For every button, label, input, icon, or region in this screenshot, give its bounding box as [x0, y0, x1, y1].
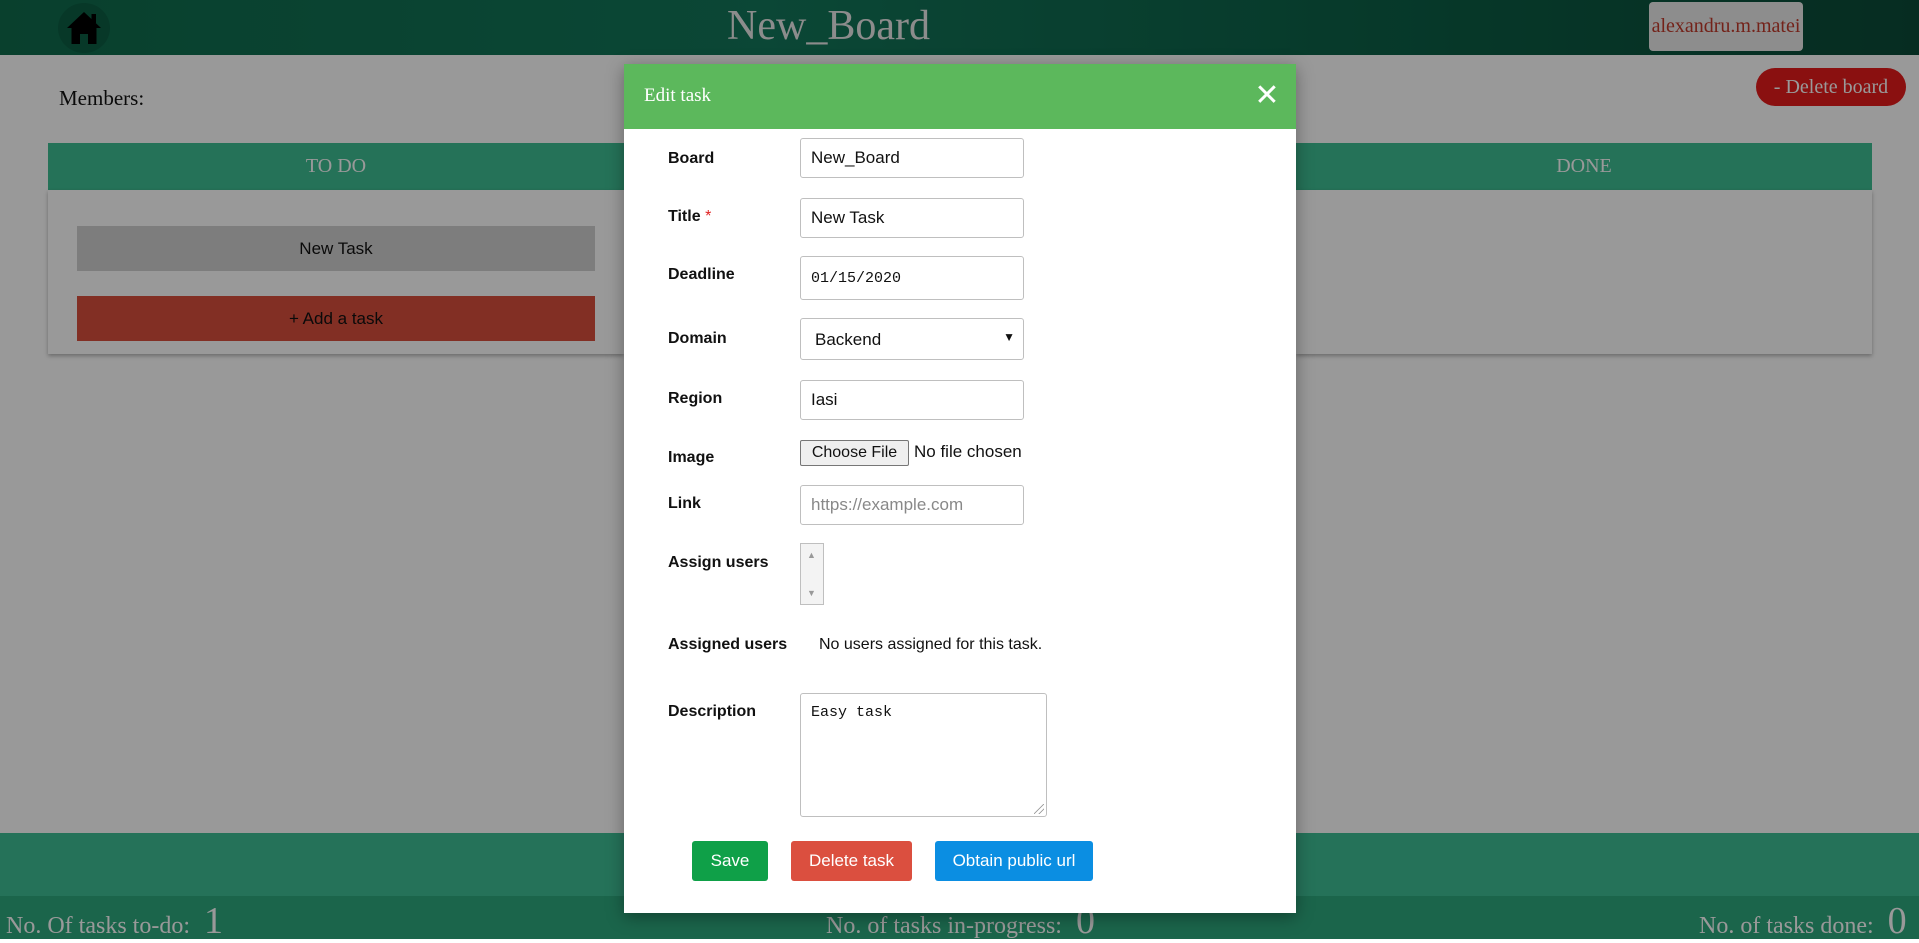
title-label: Title * — [668, 208, 711, 226]
image-label: Image — [668, 449, 715, 466]
file-status: No file chosen — [914, 442, 1022, 461]
domain-selected-value: Backend — [815, 330, 882, 349]
assign-users-listbox[interactable]: ▲ ▼ — [800, 543, 824, 605]
edit-task-modal: Edit task ✕ Board Title * Deadline Domai… — [624, 64, 1296, 913]
assigned-users-text: No users assigned for this task. — [819, 636, 1043, 653]
region-field[interactable] — [800, 380, 1024, 420]
description-textarea[interactable]: Easy task — [800, 693, 1047, 817]
board-field[interactable] — [800, 138, 1024, 178]
obtain-public-url-button[interactable]: Obtain public url — [935, 841, 1093, 881]
domain-select[interactable]: Backend ▼ — [800, 318, 1024, 360]
choose-file-button[interactable]: Choose File — [800, 440, 909, 466]
deadline-label: Deadline — [668, 266, 735, 283]
description-text: Easy task — [811, 704, 893, 721]
title-field[interactable] — [800, 198, 1024, 238]
scroll-down-icon[interactable]: ▼ — [807, 588, 816, 598]
deadline-field[interactable] — [800, 256, 1024, 300]
resize-grip-icon[interactable] — [1034, 804, 1044, 814]
modal-title: Edit task — [644, 85, 712, 106]
description-label: Description — [668, 703, 757, 720]
chevron-down-icon: ▼ — [1003, 330, 1015, 344]
domain-label: Domain — [668, 330, 727, 347]
assign-users-label: Assign users — [668, 554, 769, 571]
region-label: Region — [668, 390, 723, 407]
title-label-text: Title — [668, 208, 701, 225]
save-button[interactable]: Save — [692, 841, 768, 881]
scroll-up-icon[interactable]: ▲ — [807, 550, 816, 560]
link-field[interactable] — [800, 485, 1024, 525]
required-mark: * — [705, 208, 712, 225]
modal-header: Edit task ✕ — [624, 64, 1296, 129]
delete-task-button[interactable]: Delete task — [791, 841, 912, 881]
close-icon[interactable]: ✕ — [1252, 78, 1282, 114]
link-label: Link — [668, 495, 701, 512]
board-label: Board — [668, 150, 715, 167]
assigned-users-label: Assigned users — [668, 636, 788, 653]
